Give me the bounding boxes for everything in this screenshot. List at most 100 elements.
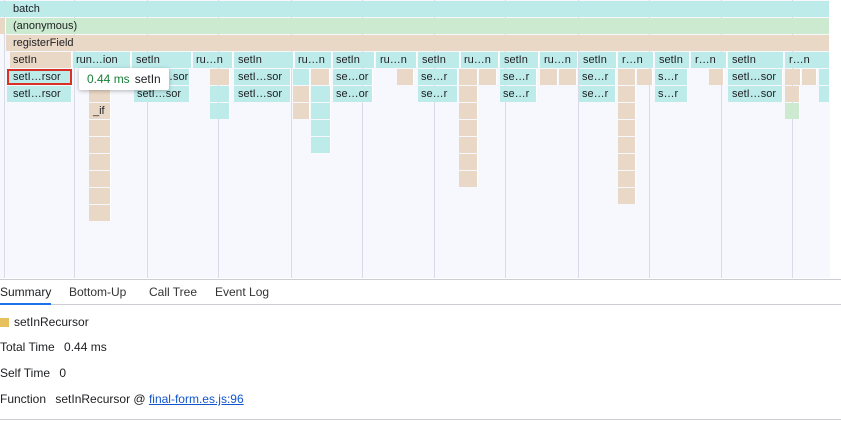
flame-block[interactable]	[311, 137, 331, 153]
flame-block[interactable]	[819, 69, 830, 85]
flame-block[interactable]	[618, 120, 636, 136]
flame-block[interactable]	[802, 69, 817, 85]
flame-block-setinrecursor[interactable]: s…r	[655, 69, 688, 85]
flame-block-run[interactable]: ru…n	[540, 52, 578, 68]
flame-block-setin[interactable]: setIn	[655, 52, 690, 68]
flame-block-setin[interactable]: setIn	[500, 52, 539, 68]
total-time-value: 0.44 ms	[64, 340, 107, 354]
flame-block-setinrecursor[interactable]: se…r	[418, 86, 458, 102]
flame-block-registerfield[interactable]: registerField	[6, 35, 830, 51]
flame-block-setin[interactable]: setIn	[132, 52, 192, 68]
flame-block[interactable]	[785, 86, 800, 102]
divider	[0, 419, 841, 420]
flame-block[interactable]	[459, 171, 478, 187]
flame-block[interactable]	[785, 103, 800, 119]
flame-block[interactable]	[89, 188, 111, 204]
flame-block-setinrecursor[interactable]: se…or	[333, 69, 373, 85]
flame-tooltip: 0.44 ms setIn	[79, 68, 169, 90]
flame-block[interactable]	[311, 120, 331, 136]
flame-block[interactable]	[459, 86, 478, 102]
flame-block[interactable]	[210, 103, 230, 119]
flame-block[interactable]	[618, 86, 636, 102]
flame-block-run[interactable]: r…n	[785, 52, 830, 68]
function-name: setInRecursor @	[55, 392, 146, 406]
flame-block[interactable]	[559, 69, 577, 85]
source-link[interactable]: final-form.es.js:96	[149, 392, 244, 406]
flame-block[interactable]	[311, 86, 331, 102]
tab-event-log[interactable]: Event Log	[215, 280, 269, 305]
flame-block-run[interactable]: ru…n	[295, 52, 332, 68]
flame-block[interactable]	[311, 69, 330, 85]
flame-block-setin[interactable]: setIn	[418, 52, 460, 68]
flame-block[interactable]	[89, 154, 111, 170]
flame-block-setinrecursor[interactable]: se…r	[500, 69, 537, 85]
flame-block-selected[interactable]: setI…rsor	[7, 69, 72, 85]
flame-block[interactable]	[540, 69, 558, 85]
flame-block[interactable]	[785, 69, 801, 85]
flame-block-if[interactable]: _if	[89, 103, 111, 119]
flame-block[interactable]	[459, 103, 478, 119]
flame-block-setinrecursor[interactable]: setI…sor	[234, 86, 291, 102]
flame-block-setinrecursor[interactable]: se…r	[500, 86, 537, 102]
flame-block-setin[interactable]: setIn	[234, 52, 294, 68]
flame-block[interactable]	[618, 171, 636, 187]
flame-block[interactable]	[637, 69, 653, 85]
details-tab-bar: Summary Bottom-Up Call Tree Event Log	[0, 279, 841, 305]
flame-block-anonymous[interactable]: (anonymous)	[6, 18, 830, 34]
flame-block[interactable]	[89, 120, 111, 136]
flame-block[interactable]	[479, 69, 497, 85]
flame-block[interactable]	[618, 69, 636, 85]
flame-block-setinrecursor[interactable]: setI…rsor	[7, 86, 72, 102]
flame-block-setinrecursor[interactable]: se…r	[418, 69, 458, 85]
flame-block-setin[interactable]: setIn	[10, 52, 72, 68]
flame-block[interactable]	[819, 86, 830, 102]
flame-block-setin[interactable]: setIn	[333, 52, 375, 68]
flame-block[interactable]	[709, 69, 724, 85]
summary-title-text: setInRecursor	[14, 315, 89, 329]
self-time-row: Self Time 0	[0, 366, 66, 380]
flame-block[interactable]	[397, 69, 414, 85]
tab-bottom-up[interactable]: Bottom-Up	[69, 280, 126, 305]
flame-block[interactable]	[89, 171, 111, 187]
tab-summary[interactable]: Summary	[0, 280, 52, 305]
flame-block[interactable]	[618, 137, 636, 153]
flame-block[interactable]	[459, 120, 478, 136]
flame-block[interactable]	[210, 86, 230, 102]
flame-block-run[interactable]: ru…n	[461, 52, 499, 68]
flame-block-setinrecursor[interactable]: s…r	[655, 86, 688, 102]
flame-block[interactable]	[459, 137, 478, 153]
flame-block[interactable]	[89, 205, 111, 221]
flame-block[interactable]	[89, 137, 111, 153]
flame-block-run[interactable]: ru…n	[376, 52, 417, 68]
flame-block-run[interactable]: r…n	[618, 52, 654, 68]
flame-chart[interactable]: batch (anonymous) registerField setIn ru…	[0, 0, 830, 278]
flame-block[interactable]	[459, 154, 478, 170]
flame-block[interactable]	[618, 188, 636, 204]
flame-block[interactable]	[618, 103, 636, 119]
flame-block-batch[interactable]: batch	[0, 1, 830, 17]
grid-line	[4, 0, 5, 278]
flame-block-run[interactable]: run…ion	[73, 52, 131, 68]
flame-block-setinrecursor[interactable]: setI…sor	[728, 86, 783, 102]
flame-block-setinrecursor[interactable]: se…r	[579, 86, 616, 102]
flame-block[interactable]	[293, 103, 310, 119]
flame-block[interactable]	[311, 103, 331, 119]
flame-block[interactable]	[293, 86, 310, 102]
flame-block-setin[interactable]: setIn	[728, 52, 784, 68]
flame-block-setin[interactable]: setIn	[579, 52, 617, 68]
flame-block-setinrecursor[interactable]: setI…sor	[728, 69, 783, 85]
flame-block-setinrecursor[interactable]: se…r	[579, 69, 616, 85]
tooltip-duration: 0.44 ms	[87, 72, 130, 86]
flame-block-setinrecursor[interactable]: se…or	[333, 86, 373, 102]
tab-call-tree[interactable]: Call Tree	[149, 280, 197, 305]
flame-block[interactable]	[293, 69, 310, 85]
flame-block[interactable]	[618, 154, 636, 170]
flame-block-setinrecursor[interactable]: setI…sor	[234, 69, 291, 85]
flame-block-run[interactable]: ru…n	[193, 52, 233, 68]
function-row: Function setInRecursor @ final-form.es.j…	[0, 392, 244, 406]
flame-block[interactable]	[210, 69, 230, 85]
flame-block[interactable]	[459, 69, 478, 85]
flame-scrollbar[interactable]	[830, 0, 841, 278]
flame-block-run[interactable]: r…n	[691, 52, 727, 68]
total-time-row: Total Time 0.44 ms	[0, 340, 107, 354]
